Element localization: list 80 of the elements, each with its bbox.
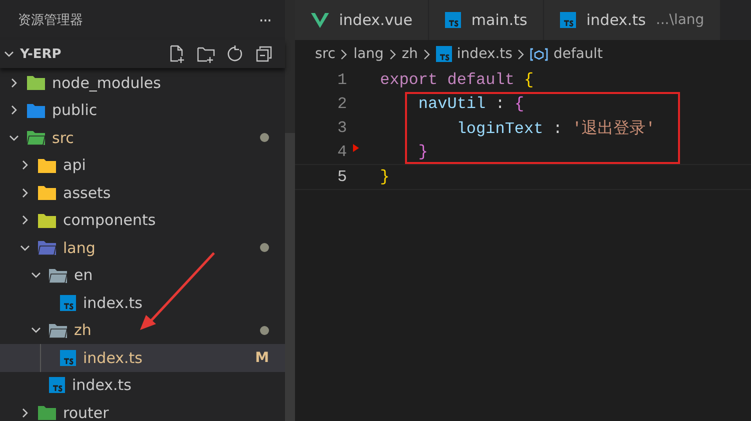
- vue-file-icon: [311, 12, 329, 28]
- breadcrumb-item[interactable]: lang: [353, 46, 384, 62]
- tree-item[interactable]: assets: [0, 179, 285, 206]
- new-folder-icon[interactable]: [197, 45, 215, 63]
- project-name[interactable]: Y-ERP: [20, 46, 162, 62]
- code-line: }: [417, 143, 428, 161]
- tree-item[interactable]: node_modules: [0, 69, 285, 96]
- chevron-down-icon[interactable]: [31, 325, 41, 336]
- tree-item[interactable]: lang: [0, 234, 285, 262]
- chevron-down-icon[interactable]: [20, 242, 30, 253]
- tree-item-label: components: [63, 211, 156, 230]
- tab-label: index.ts: [586, 11, 646, 29]
- line-number: 1: [336, 71, 347, 89]
- breadcrumb-item[interactable]: default: [553, 46, 603, 62]
- breadcrumb-item[interactable]: index.ts: [456, 46, 512, 62]
- fold-marker-icon: [353, 144, 359, 152]
- new-file-icon[interactable]: [168, 45, 186, 63]
- tab-description: ...\lang: [656, 12, 704, 28]
- collapse-all-icon[interactable]: [255, 45, 273, 63]
- tree-item-label: api: [63, 156, 86, 174]
- tree-item[interactable]: public: [0, 96, 285, 124]
- typescript-file-icon: [436, 46, 452, 62]
- panel-title: 资源管理器: [18, 12, 83, 29]
- tree-item-label: lang: [63, 238, 96, 257]
- code-line: export default {: [380, 71, 534, 89]
- tree-item[interactable]: api: [0, 152, 285, 179]
- chevron-down-icon[interactable]: [4, 49, 14, 59]
- line-number: 4: [336, 143, 347, 161]
- tab-label: main.ts: [471, 11, 528, 29]
- line-number: 3: [336, 119, 347, 137]
- chevron-right-icon: [340, 48, 348, 60]
- chevron-right-icon[interactable]: [20, 160, 30, 170]
- code-line: navUtil : {: [417, 95, 524, 113]
- chevron-down-icon[interactable]: [31, 270, 41, 280]
- line-number: 5: [336, 168, 347, 186]
- tree-item-label: index.ts: [83, 348, 143, 367]
- typescript-file-icon: [560, 12, 576, 28]
- tab-label: index.vue: [339, 11, 412, 29]
- typescript-file-icon: [445, 12, 462, 28]
- code-line: }: [380, 168, 390, 186]
- tree-item-label: router: [63, 404, 109, 421]
- editor-tab[interactable]: index.ts ...\lang: [544, 0, 722, 40]
- chevron-right-icon[interactable]: [20, 408, 30, 418]
- tree-item[interactable]: components: [0, 206, 285, 234]
- tree-item[interactable]: index.ts: [0, 289, 285, 316]
- tree-item-label: index.ts: [83, 294, 143, 312]
- chevron-right-icon: [517, 48, 526, 60]
- chevron-right-icon: [388, 48, 397, 60]
- tree-item[interactable]: index.ts M: [0, 344, 285, 372]
- tree-item[interactable]: index.ts: [0, 372, 285, 399]
- tree-item-label: public: [52, 101, 98, 120]
- tree-item-label: zh: [74, 321, 92, 340]
- chevron-right-icon: [422, 48, 431, 60]
- refresh-icon[interactable]: [226, 45, 244, 63]
- code-line: loginText : '退出登录': [456, 118, 656, 138]
- breadcrumb-item[interactable]: zh: [402, 46, 418, 62]
- chevron-right-icon[interactable]: [20, 215, 30, 226]
- tree-item-label: en: [74, 266, 93, 284]
- typescript-file-icon: [60, 294, 76, 311]
- tree-item-label: src: [52, 128, 74, 147]
- scrollbar[interactable]: [285, 133, 295, 421]
- editor-tab[interactable]: main.ts: [429, 0, 544, 40]
- chevron-right-icon[interactable]: [20, 188, 30, 198]
- tree-item[interactable]: src: [0, 124, 285, 152]
- breadcrumb-item[interactable]: src: [315, 46, 336, 62]
- editor-tab[interactable]: index.vue: [295, 0, 430, 40]
- typescript-file-icon: [49, 377, 65, 394]
- git-status-letter: M: [255, 350, 269, 366]
- tree-item-label: node_modules: [52, 74, 161, 92]
- typescript-file-icon: [60, 350, 76, 366]
- line-number: 2: [336, 95, 347, 113]
- more-actions-button[interactable]: ···: [258, 10, 271, 30]
- chevron-right-icon[interactable]: [9, 105, 19, 116]
- chevron-down-icon[interactable]: [9, 132, 19, 143]
- tree-item-label: assets: [63, 184, 111, 202]
- tree-item[interactable]: en: [0, 262, 285, 289]
- chevron-right-icon[interactable]: [9, 78, 19, 88]
- tree-item-label: index.ts: [72, 376, 132, 394]
- tree-item[interactable]: router: [0, 399, 285, 421]
- symbol-variable-icon: [530, 48, 548, 60]
